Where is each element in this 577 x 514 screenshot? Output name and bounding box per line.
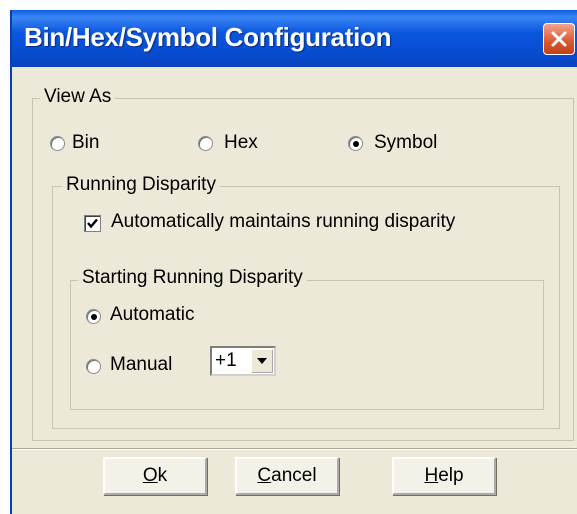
starting-disparity-legend: Starting Running Disparity xyxy=(78,267,307,289)
radio-symbol[interactable] xyxy=(348,136,363,151)
auto-maintain-checkbox[interactable] xyxy=(84,215,101,232)
view-as-legend: View As xyxy=(40,86,116,108)
close-icon xyxy=(551,31,567,47)
window-title: Bin/Hex/Symbol Configuration xyxy=(24,22,392,52)
close-button[interactable] xyxy=(543,23,575,55)
ok-button[interactable]: Ok xyxy=(103,457,207,495)
radio-bin-label[interactable]: Bin xyxy=(72,132,99,154)
ok-mnemonic: O xyxy=(142,465,158,486)
starting-disparity-group xyxy=(70,280,544,410)
ok-label-rest: k xyxy=(157,465,168,486)
chevron-down-icon xyxy=(257,358,267,364)
title-bar[interactable]: Bin/Hex/Symbol Configuration xyxy=(12,10,577,67)
manual-disparity-select[interactable]: +1 xyxy=(210,346,276,376)
cancel-mnemonic: C xyxy=(257,465,272,486)
radio-hex[interactable] xyxy=(198,136,213,151)
dialog-window: Bin/Hex/Symbol Configuration View As Bin… xyxy=(10,10,577,514)
help-button[interactable]: Help xyxy=(392,457,496,495)
radio-manual-label[interactable]: Manual xyxy=(110,354,172,376)
cancel-button[interactable]: Cancel xyxy=(235,457,339,495)
button-divider xyxy=(12,448,577,450)
manual-disparity-value: +1 xyxy=(215,350,237,371)
radio-automatic-label[interactable]: Automatic xyxy=(110,304,194,326)
running-disparity-legend: Running Disparity xyxy=(62,174,220,196)
radio-bin[interactable] xyxy=(50,136,65,151)
help-label-rest: elp xyxy=(438,465,464,486)
cancel-label-rest: ancel xyxy=(271,465,317,486)
radio-automatic[interactable] xyxy=(86,309,101,324)
radio-symbol-label[interactable]: Symbol xyxy=(374,132,437,154)
radio-hex-label[interactable]: Hex xyxy=(224,132,258,154)
dropdown-button[interactable] xyxy=(251,349,273,373)
radio-manual[interactable] xyxy=(86,359,101,374)
help-mnemonic: H xyxy=(424,465,439,486)
check-mark-icon xyxy=(87,218,98,229)
auto-maintain-label[interactable]: Automatically maintains running disparit… xyxy=(111,211,455,233)
